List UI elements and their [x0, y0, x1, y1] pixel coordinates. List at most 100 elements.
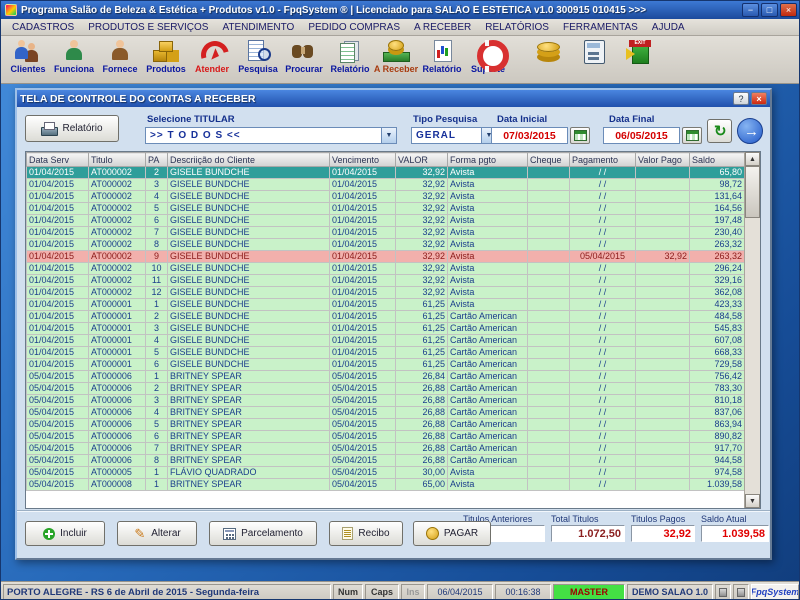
recibo-button[interactable]: Recibo — [329, 521, 403, 546]
column-header-valor[interactable]: VALOR — [395, 152, 448, 167]
table-row[interactable]: 01/04/2015 AT000002 5 GISELE BUNDCHE 01/04/2… — [26, 202, 745, 215]
refresh-button[interactable]: ↻ — [707, 119, 732, 143]
table-row[interactable]: 01/04/2015 AT000001 5 GISELE BUNDCHE 01/04/2… — [26, 346, 745, 359]
dialog-close-button[interactable]: × — [751, 92, 767, 105]
go-button[interactable]: → — [737, 118, 763, 144]
menu-ajuda[interactable]: AJUDA — [645, 21, 692, 34]
table-row[interactable]: 05/04/2015 AT000006 8 BRITNEY SPEAR 05/04/20… — [26, 454, 745, 467]
incluir-button[interactable]: Incluir — [25, 521, 105, 546]
toolbar-fornece[interactable]: Fornece — [97, 38, 143, 82]
start-date-calendar-button[interactable] — [570, 127, 590, 144]
cell-titulo: AT000006 — [88, 454, 146, 467]
cell-saldo: 329,16 — [689, 274, 745, 287]
column-header-data-serv[interactable]: Data Serv — [26, 152, 89, 167]
cell-vencimento: 01/04/2015 — [329, 322, 396, 335]
table-row[interactable]: 01/04/2015 AT000002 10 GISELE BUNDCHE 01/04/… — [26, 262, 745, 275]
menu-pedido-compras[interactable]: PEDIDO COMPRAS — [301, 21, 407, 34]
column-header-valor-pago[interactable]: Valor Pago — [635, 152, 690, 167]
cell-descriicao-do-cliente: GISELE BUNDCHE — [167, 262, 330, 275]
toolbar-calculator-icon[interactable] — [571, 38, 617, 82]
cell-valor: 32,92 — [395, 274, 448, 287]
table-row[interactable]: 01/04/2015 AT000001 2 GISELE BUNDCHE 01/04/2… — [26, 310, 745, 323]
maximize-button[interactable]: □ — [761, 3, 778, 17]
toolbar-atender[interactable]: Atender — [189, 38, 235, 82]
table-row[interactable]: 05/04/2015 AT000006 5 BRITNEY SPEAR 05/04/20… — [26, 418, 745, 431]
table-row[interactable]: 01/04/2015 AT000002 11 GISELE BUNDCHE 01/04/… — [26, 274, 745, 287]
toolbar-clientes[interactable]: Clientes — [5, 38, 51, 82]
table-row[interactable]: 01/04/2015 AT000001 1 GISELE BUNDCHE 01/04/2… — [26, 298, 745, 311]
table-row[interactable]: 01/04/2015 AT000002 9 GISELE BUNDCHE 01/04/2… — [26, 250, 745, 263]
tipo-pesquisa-select[interactable]: GERAL ▼ — [411, 127, 497, 144]
dialog-help-button[interactable]: ? — [733, 92, 749, 105]
table-row[interactable]: 05/04/2015 AT000005 1 FLÁVIO QUADRADO 05/04/… — [26, 466, 745, 479]
toolbar-procurar[interactable]: Procurar — [281, 38, 327, 82]
pagar-button[interactable]: PAGAR — [413, 521, 491, 546]
start-date-field[interactable]: 07/03/2015 — [491, 127, 568, 144]
toolbar-suporte[interactable]: Suporte — [465, 38, 511, 82]
cell-data-serv: 05/04/2015 — [26, 430, 89, 443]
table-row[interactable]: 05/04/2015 AT000006 6 BRITNEY SPEAR 05/04/20… — [26, 430, 745, 443]
alterar-button[interactable]: Alterar — [117, 521, 197, 546]
end-date-field[interactable]: 06/05/2015 — [603, 127, 680, 144]
toolbar-produtos[interactable]: Produtos — [143, 38, 189, 82]
scroll-up-button[interactable]: ▲ — [745, 152, 760, 166]
status-brand[interactable]: FpqSystem — [751, 584, 799, 599]
menu-a-receber[interactable]: A RECEBER — [407, 21, 478, 34]
cell-data-serv: 01/04/2015 — [26, 214, 89, 227]
toolbar-relatorio[interactable]: Relatório — [327, 38, 373, 82]
scrollbar-thumb[interactable] — [745, 166, 760, 218]
column-header-pagamento[interactable]: Pagamento — [569, 152, 636, 167]
table-row[interactable]: 05/04/2015 AT000008 1 BRITNEY SPEAR 05/04/20… — [26, 478, 745, 491]
menu-atendimento[interactable]: ATENDIMENTO — [215, 21, 301, 34]
parcelamento-button[interactable]: Parcelamento — [209, 521, 317, 546]
table-row[interactable]: 01/04/2015 AT000001 3 GISELE BUNDCHE 01/04/2… — [26, 322, 745, 335]
column-header-forma-pgto[interactable]: Forma pgto — [447, 152, 528, 167]
chevron-down-icon[interactable]: ▼ — [381, 128, 396, 143]
toolbar-exit-icon[interactable]: EXIT — [617, 38, 663, 82]
toolbar-relatorio[interactable]: Relatório — [419, 38, 465, 82]
table-row[interactable]: 05/04/2015 AT000006 4 BRITNEY SPEAR 05/04/20… — [26, 406, 745, 419]
cell-forma-pgto: Avista — [447, 478, 528, 491]
menu-relatorios[interactable]: RELATÓRIOS — [478, 21, 556, 34]
cell-pagamento: / / — [569, 478, 636, 491]
cell-titulo: AT000006 — [88, 442, 146, 455]
table-row[interactable]: 01/04/2015 AT000001 4 GISELE BUNDCHE 01/04/2… — [26, 334, 745, 347]
toolbar-coins-icon[interactable] — [525, 38, 571, 82]
report-button[interactable]: Relatório — [25, 115, 119, 142]
scroll-down-button[interactable]: ▼ — [745, 494, 760, 508]
menu-cadastros[interactable]: CADASTROS — [5, 21, 81, 34]
table-row[interactable]: 01/04/2015 AT000002 7 GISELE BUNDCHE 01/04/2… — [26, 226, 745, 239]
cell-vencimento: 05/04/2015 — [329, 394, 396, 407]
toolbar-pesquisa[interactable]: Pesquisa — [235, 38, 281, 82]
table-row[interactable]: 01/04/2015 AT000001 6 GISELE BUNDCHE 01/04/2… — [26, 358, 745, 371]
column-header-saldo[interactable]: Saldo — [689, 152, 745, 167]
table-row[interactable]: 01/04/2015 AT000002 4 GISELE BUNDCHE 01/04/2… — [26, 190, 745, 203]
vertical-scrollbar[interactable]: ▲ ▼ — [744, 152, 760, 508]
table-row[interactable]: 01/04/2015 AT000002 12 GISELE BUNDCHE 01/04/… — [26, 286, 745, 299]
table-row[interactable]: 05/04/2015 AT000006 3 BRITNEY SPEAR 05/04/20… — [26, 394, 745, 407]
table-row[interactable]: 05/04/2015 AT000006 2 BRITNEY SPEAR 05/04/20… — [26, 382, 745, 395]
column-header-descriicao-do-cliente[interactable]: Descriição do Cliente — [167, 152, 330, 167]
table-row[interactable]: 01/04/2015 AT000002 3 GISELE BUNDCHE 01/04/2… — [26, 178, 745, 191]
cell-forma-pgto: Cartão American — [447, 334, 528, 347]
table-row[interactable]: 01/04/2015 AT000002 8 GISELE BUNDCHE 01/04/2… — [26, 238, 745, 251]
column-header-titulo[interactable]: Titulo — [88, 152, 146, 167]
table-row[interactable]: 05/04/2015 AT000006 7 BRITNEY SPEAR 05/04/20… — [26, 442, 745, 455]
column-header-vencimento[interactable]: Vencimento — [329, 152, 396, 167]
cell-titulo: AT000006 — [88, 394, 146, 407]
menu-ferramentas[interactable]: FERRAMENTAS — [556, 21, 645, 34]
column-header-cheque[interactable]: Cheque — [527, 152, 570, 167]
minimize-button[interactable]: − — [742, 3, 759, 17]
toolbar-funciona[interactable]: Funciona — [51, 38, 97, 82]
cell-valor: 61,25 — [395, 334, 448, 347]
column-header-pa[interactable]: PA — [145, 152, 168, 167]
menu-produtos-e-servicos[interactable]: PRODUTOS E SERVIÇOS — [81, 21, 215, 34]
toolbar-label: Produtos — [146, 64, 186, 74]
end-date-calendar-button[interactable] — [682, 127, 702, 144]
table-row[interactable]: 05/04/2015 AT000006 1 BRITNEY SPEAR 05/04/20… — [26, 370, 745, 383]
close-button[interactable]: × — [780, 3, 797, 17]
toolbar-a-receber[interactable]: A Receber — [373, 38, 419, 82]
titular-select[interactable]: >> T O D O S << ▼ — [145, 127, 397, 144]
table-row[interactable]: 01/04/2015 AT000002 2 GISELE BUNDCHE 01/04/2… — [26, 166, 745, 179]
table-row[interactable]: 01/04/2015 AT000002 6 GISELE BUNDCHE 01/04/2… — [26, 214, 745, 227]
